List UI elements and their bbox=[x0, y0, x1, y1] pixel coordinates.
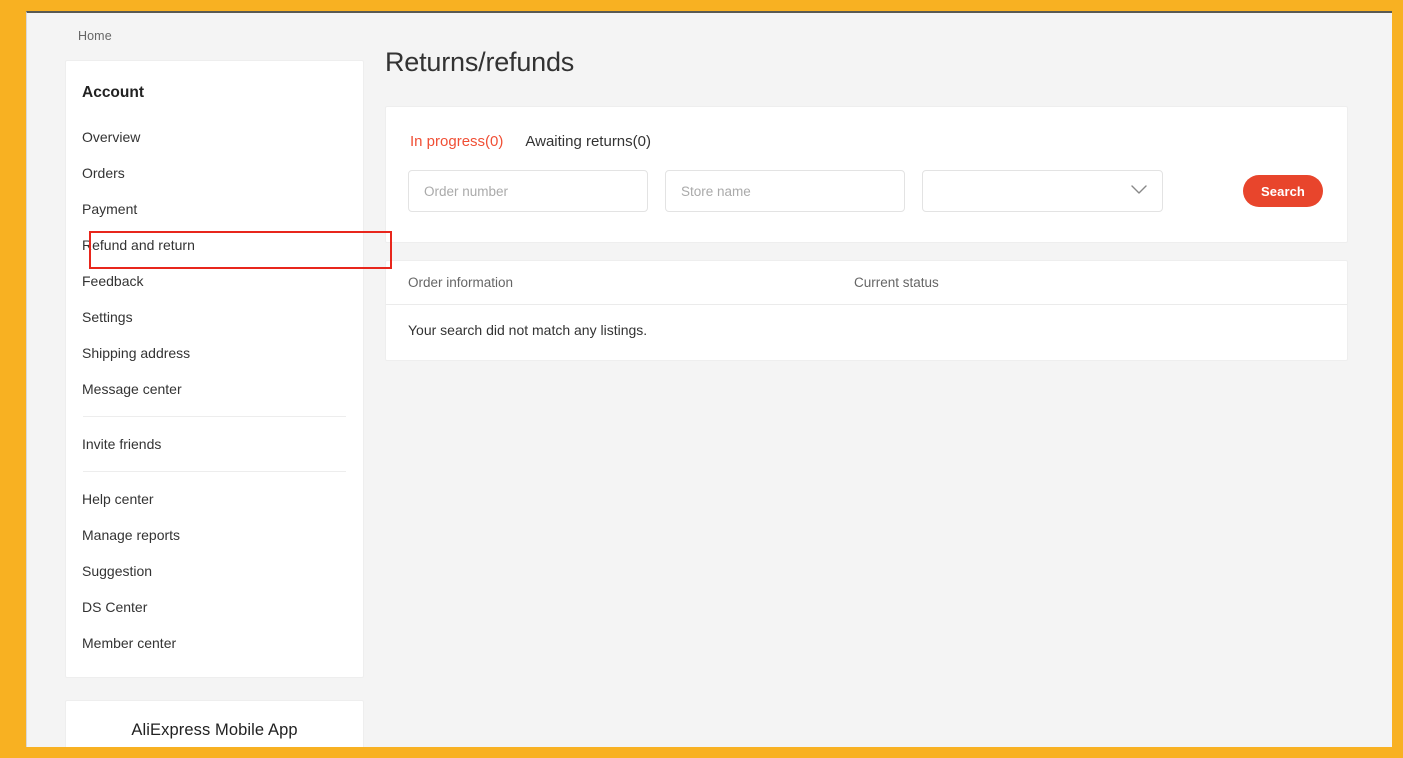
sidebar-item-manage-reports[interactable]: Manage reports bbox=[66, 517, 363, 553]
tab-awaiting-returns[interactable]: Awaiting returns(0) bbox=[525, 133, 651, 150]
results-table-card: Order information Current status Your se… bbox=[385, 260, 1348, 361]
sidebar-item-feedback[interactable]: Feedback bbox=[66, 263, 363, 299]
sidebar-item-member-center[interactable]: Member center bbox=[66, 625, 363, 661]
sidebar-item-payment[interactable]: Payment bbox=[66, 191, 363, 227]
sidebar-item-shipping-address[interactable]: Shipping address bbox=[66, 335, 363, 371]
status-select[interactable] bbox=[922, 170, 1163, 212]
breadcrumb-home-link[interactable]: Home bbox=[78, 29, 112, 43]
sidebar-item-message-center[interactable]: Message center bbox=[66, 371, 363, 407]
sidebar-group-account: Overview Orders Payment Refund and retur… bbox=[66, 119, 363, 407]
sidebar-item-ds-center[interactable]: DS Center bbox=[66, 589, 363, 625]
sidebar-divider bbox=[83, 471, 346, 472]
sidebar-item-help-center[interactable]: Help center bbox=[66, 481, 363, 517]
orange-frame: Home Account Overview Orders Payment Ref… bbox=[0, 0, 1403, 758]
search-filter-card: In progress(0) Awaiting returns(0) Order… bbox=[385, 106, 1348, 243]
sidebar-item-suggestion[interactable]: Suggestion bbox=[66, 553, 363, 589]
empty-results-message: Your search did not match any listings. bbox=[408, 322, 648, 338]
sidebar-item-refund-and-return[interactable]: Refund and return bbox=[66, 227, 363, 263]
tab-in-progress[interactable]: In progress(0) bbox=[410, 133, 503, 150]
sidebar-item-invite-friends[interactable]: Invite friends bbox=[66, 426, 363, 462]
results-table-header: Order information Current status bbox=[386, 261, 1347, 305]
page-title: Returns/refunds bbox=[385, 47, 575, 77]
order-number-input[interactable] bbox=[408, 170, 648, 212]
sidebar: Account Overview Orders Payment Refund a… bbox=[65, 60, 392, 747]
column-header-order-information: Order information bbox=[408, 275, 514, 290]
sidebar-heading-account: Account bbox=[82, 84, 144, 101]
sidebar-divider bbox=[83, 416, 346, 417]
mobile-app-promo-card[interactable]: AliExpress Mobile App Search Anywhere, A… bbox=[65, 700, 364, 747]
search-button[interactable]: Search bbox=[1243, 175, 1323, 207]
sidebar-item-orders[interactable]: Orders bbox=[66, 155, 363, 191]
sidebar-group-support: Help center Manage reports Suggestion DS… bbox=[66, 481, 363, 661]
account-nav-card: Account Overview Orders Payment Refund a… bbox=[65, 60, 364, 678]
sidebar-item-settings[interactable]: Settings bbox=[66, 299, 363, 335]
mobile-app-promo-title: AliExpress Mobile App bbox=[131, 721, 298, 739]
sidebar-item-overview[interactable]: Overview bbox=[66, 119, 363, 155]
breadcrumb: Home bbox=[78, 29, 112, 43]
sidebar-group-invite: Invite friends bbox=[66, 426, 363, 462]
store-name-input[interactable] bbox=[665, 170, 905, 212]
main-content: Returns/refunds In progress(0) Awaiting … bbox=[385, 47, 1348, 361]
search-form: Search bbox=[408, 170, 1325, 212]
status-select-wrapper bbox=[922, 170, 1163, 212]
browser-viewport: Home Account Overview Orders Payment Ref… bbox=[26, 11, 1392, 747]
returns-tabs: In progress(0) Awaiting returns(0) bbox=[408, 133, 1325, 150]
column-header-current-status: Current status bbox=[854, 275, 939, 290]
